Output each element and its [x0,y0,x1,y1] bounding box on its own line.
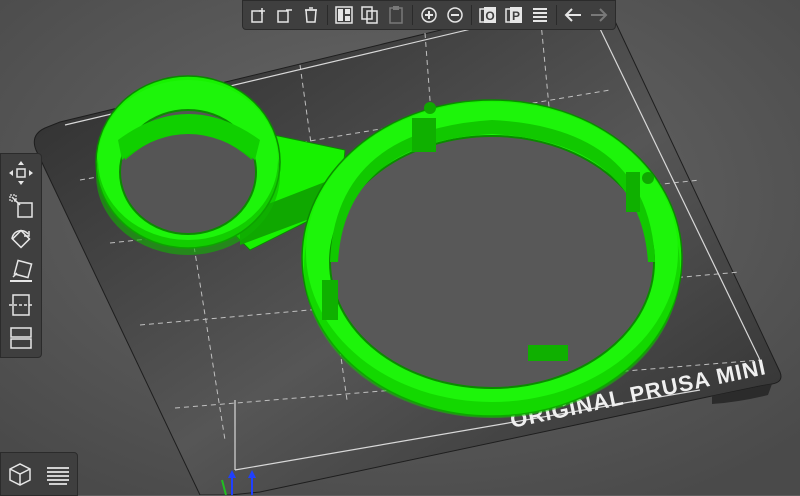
undo-icon[interactable] [561,3,585,27]
toolbar-separator [412,5,413,25]
delete-icon[interactable] [273,3,297,27]
toolbar-separator [556,5,557,25]
paste-icon[interactable] [384,3,408,27]
left-toolbar [0,153,42,358]
instance-remove-icon[interactable] [443,3,467,27]
add-icon[interactable] [247,3,271,27]
delete-all-icon[interactable] [299,3,323,27]
preview-icon[interactable] [42,459,74,489]
copy-icon[interactable] [358,3,382,27]
instance-add-icon[interactable] [417,3,441,27]
top-toolbar: O P [242,0,616,30]
3d-viewport[interactable]: ORIGINAL PRUSA MINI [0,0,800,495]
scale-icon[interactable] [5,191,37,221]
split-objects-icon[interactable]: O [476,3,500,27]
split-objects-label: O [485,9,494,23]
rotate-icon[interactable] [5,224,37,254]
toolbar-separator [471,5,472,25]
redo-icon[interactable] [587,3,611,27]
cut-icon[interactable] [5,290,37,320]
arrange-icon[interactable] [332,3,356,27]
toolbar-separator [327,5,328,25]
split-parts-label: P [512,9,520,23]
place-on-face-icon[interactable] [5,257,37,287]
move-icon[interactable] [5,158,37,188]
3d-view-icon[interactable] [4,459,36,489]
support-painting-icon[interactable] [5,323,37,353]
view-toggle [0,452,78,496]
split-parts-icon[interactable]: P [502,3,526,27]
layers-editing-icon[interactable] [528,3,552,27]
